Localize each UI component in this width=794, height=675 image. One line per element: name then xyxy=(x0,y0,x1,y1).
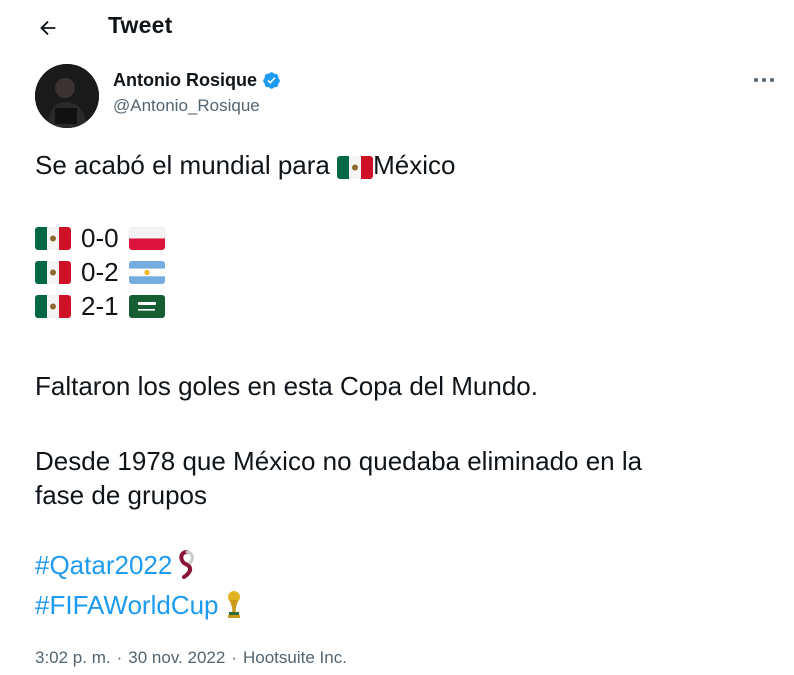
tweet-text-paragraph: fase de grupos xyxy=(35,480,208,510)
hashtag-text[interactable]: #Qatar2022 xyxy=(35,548,172,582)
mexico-flag-icon xyxy=(337,155,374,179)
saudi-arabia-flag-icon xyxy=(128,294,165,318)
qatar-2022-hashflag-icon xyxy=(179,550,195,579)
score-value: 2-1 xyxy=(81,291,119,321)
tweet-time[interactable]: 3:02 p. m. xyxy=(35,648,111,668)
tweet-text-paragraph: Faltaron los goles en esta Copa del Mund… xyxy=(35,371,538,401)
hashtag-link[interactable]: #Qatar2022 xyxy=(35,548,196,582)
mexico-flag-icon xyxy=(35,226,71,250)
mexico-flag-icon xyxy=(35,260,71,284)
tweet-meta: 3:02 p. m. · 30 nov. 2022 · Hootsuite In… xyxy=(35,648,347,668)
page-title: Tweet xyxy=(108,12,173,38)
back-button[interactable] xyxy=(30,10,66,46)
arrow-left-icon xyxy=(40,20,56,36)
tweet-text-paragraph: Desde 1978 que México no quedaba elimina… xyxy=(35,446,643,476)
score-row: 0-0 xyxy=(35,221,165,255)
meta-separator: · xyxy=(116,648,123,667)
tweet-source[interactable]: Hootsuite Inc. xyxy=(243,648,347,668)
tweet-text-prefix: Se acabó el mundial para xyxy=(35,150,338,180)
mexico-flag-icon xyxy=(35,294,71,318)
author-name-row[interactable]: Antonio Rosique xyxy=(113,70,281,91)
hashtag-text[interactable]: #FIFAWorldCup xyxy=(35,588,219,622)
poland-flag-icon xyxy=(128,226,165,250)
tweet-date[interactable]: 30 nov. 2022 xyxy=(128,648,225,668)
argentina-flag-icon xyxy=(128,260,165,284)
more-options-button[interactable] xyxy=(748,66,780,94)
world-cup-trophy-icon xyxy=(227,591,240,618)
verified-badge-icon xyxy=(263,72,280,89)
meta-separator: · xyxy=(231,648,237,667)
score-row: 0-2 xyxy=(35,255,165,289)
avatar[interactable] xyxy=(35,64,99,128)
author-handle[interactable]: @Antonio_Rosique xyxy=(113,96,260,116)
hashtag-link[interactable]: #FIFAWorldCup xyxy=(35,588,243,622)
tweet-text-line1: Se acabó el mundial para México xyxy=(35,148,455,182)
more-options-icon xyxy=(754,78,774,82)
tweet-header: Tweet xyxy=(0,0,794,54)
author-name[interactable]: Antonio Rosique xyxy=(113,70,257,91)
score-value: 0-0 xyxy=(81,223,119,253)
tweet-text-country: México xyxy=(373,150,456,180)
score-row: 2-1 xyxy=(35,289,165,323)
score-value: 0-2 xyxy=(81,257,119,287)
